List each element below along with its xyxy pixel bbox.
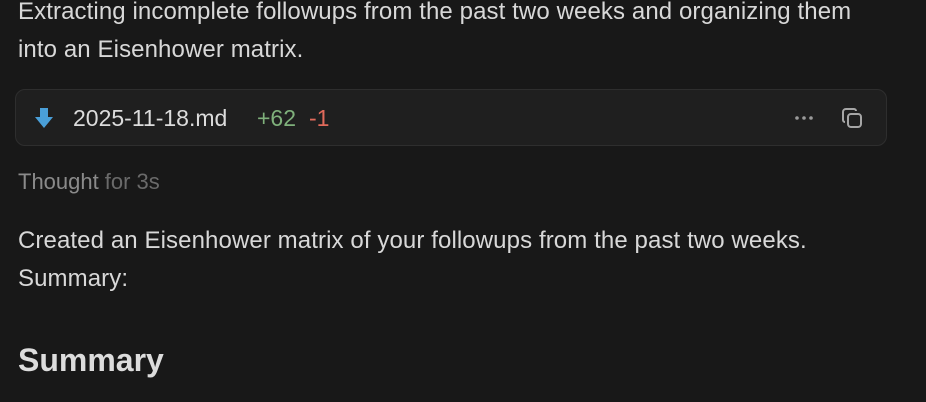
thought-duration: for 3s <box>104 169 160 194</box>
intro-message: Extracting incomplete followups from the… <box>18 0 852 63</box>
file-name[interactable]: 2025-11-18.md <box>73 104 227 132</box>
thought-indicator[interactable]: Thought for 3s <box>18 168 160 196</box>
file-change-card[interactable]: 2025-11-18.md +62 -1 <box>15 89 887 146</box>
thought-label: Thought <box>18 169 99 194</box>
download-arrow-icon <box>35 108 53 128</box>
result-message: Created an Eisenhower matrix of your fol… <box>18 227 807 292</box>
deletions-count: -1 <box>309 105 330 131</box>
more-options-button[interactable] <box>792 106 816 130</box>
additions-count: +62 <box>257 105 297 131</box>
more-horizontal-icon <box>795 116 813 120</box>
summary-heading: Summary <box>18 342 164 378</box>
copy-icon <box>842 108 862 128</box>
copy-button[interactable] <box>840 106 864 130</box>
